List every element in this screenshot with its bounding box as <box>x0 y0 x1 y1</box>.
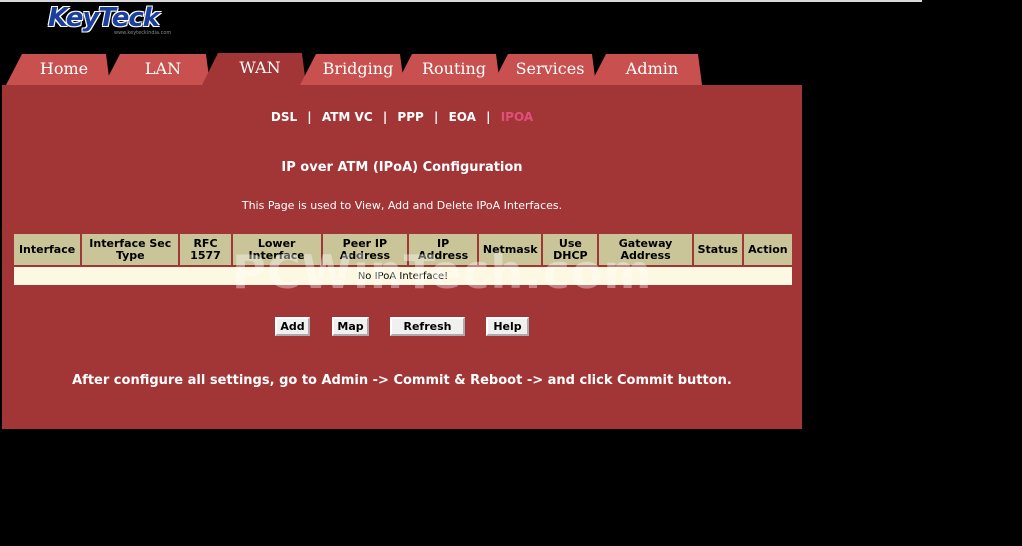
wan-subnav: DSL | ATM VC | PPP | EOA | IPOA <box>2 110 802 124</box>
map-button[interactable]: Map <box>332 317 369 336</box>
ipoa-interfaces-table: Interface Interface Sec Type RFC 1577 Lo… <box>12 232 794 287</box>
subnav-ppp[interactable]: PPP <box>397 110 423 124</box>
tab-wan[interactable]: WAN <box>202 53 306 85</box>
subnav-eoa[interactable]: EOA <box>449 110 476 124</box>
subnav-separator: | <box>382 110 388 124</box>
add-button[interactable]: Add <box>275 317 310 336</box>
col-netmask: Netmask <box>479 234 542 265</box>
ipoa-table-wrapper: Interface Interface Sec Type RFC 1577 Lo… <box>12 232 794 287</box>
col-status: Status <box>693 234 742 265</box>
subnav-separator: | <box>307 110 312 124</box>
help-button[interactable]: Help <box>486 317 529 336</box>
col-gateway-address: Gateway Address <box>599 234 692 265</box>
tab-routing[interactable]: Routing <box>396 54 500 85</box>
col-action: Action <box>743 234 792 265</box>
tab-admin[interactable]: Admin <box>590 54 702 85</box>
subnav-ipoa[interactable]: IPOA <box>501 110 533 124</box>
subnav-separator: | <box>433 110 439 124</box>
content-panel: DSL | ATM VC | PPP | EOA | IPOA IP over … <box>2 85 802 429</box>
subnav-dsl[interactable]: DSL <box>271 110 297 124</box>
tab-home[interactable]: Home <box>6 54 110 85</box>
col-peer-ip-address: Peer IP Address <box>322 234 407 265</box>
tab-bridging[interactable]: Bridging <box>300 54 404 85</box>
col-interface: Interface <box>14 234 81 265</box>
table-header-row: Interface Interface Sec Type RFC 1577 Lo… <box>14 234 792 265</box>
table-row: No IPoA Interface! <box>14 267 792 285</box>
col-ip-address: IP Address <box>408 234 478 265</box>
page-title: IP over ATM (IPoA) Configuration <box>281 160 523 175</box>
page-description: This Page is used to View, Add and Delet… <box>241 199 563 212</box>
col-use-dhcp: Use DHCP <box>543 234 598 265</box>
col-interface-sec-type: Interface Sec Type <box>82 234 179 265</box>
subnav-separator: | <box>486 110 491 124</box>
refresh-button[interactable]: Refresh <box>390 317 465 336</box>
logo-subtext: www.keyteckindia.com <box>114 30 172 36</box>
top-border-line <box>0 0 922 2</box>
commit-instruction-note: After configure all settings, go to Admi… <box>72 373 732 388</box>
col-rfc-1577: RFC 1577 <box>180 234 231 265</box>
tab-services[interactable]: Services <box>492 54 596 85</box>
main-nav-tabs: Home LAN WAN Bridging Routing Services A… <box>6 54 806 85</box>
logo-text: KeyTeck <box>48 3 160 33</box>
subnav-atm-vc[interactable]: ATM VC <box>322 110 373 124</box>
col-lower-interface: Lower Interface <box>232 234 321 265</box>
tab-lan[interactable]: LAN <box>104 54 210 85</box>
keyteck-logo: KeyTeck www.keyteckindia.com <box>48 4 184 38</box>
empty-table-message: No IPoA Interface! <box>14 267 792 285</box>
